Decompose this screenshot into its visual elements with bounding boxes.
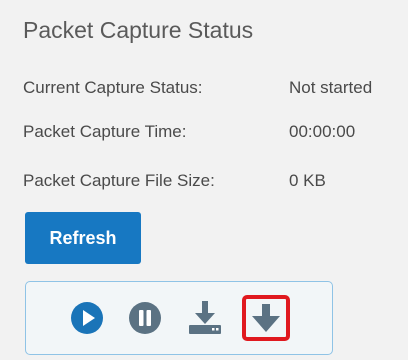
packet-capture-file-size-label: Packet Capture File Size: — [23, 171, 215, 190]
current-capture-status-value: Not started — [289, 78, 373, 97]
packet-capture-time-label: Packet Capture Time: — [23, 122, 187, 141]
packet-capture-time-value: 00:00:00 — [289, 122, 356, 141]
download-tray-icon — [189, 301, 221, 334]
save-capture-button[interactable] — [186, 299, 224, 337]
current-capture-status-label: Current Capture Status: — [23, 78, 203, 97]
download-capture-button[interactable] — [242, 295, 290, 341]
refresh-button[interactable]: Refresh — [25, 212, 141, 264]
pause-circle-icon — [129, 302, 161, 334]
panel-title: Packet Capture Status — [23, 17, 254, 43]
play-circle-icon — [71, 302, 103, 334]
packet-capture-status-panel: Packet Capture Status Current Capture St… — [0, 0, 408, 360]
pause-capture-button[interactable] — [126, 299, 164, 337]
capture-toolbar — [25, 281, 333, 355]
download-arrow-icon — [252, 304, 280, 332]
start-capture-button[interactable] — [68, 299, 106, 337]
packet-capture-file-size-value: 0 KB — [289, 171, 326, 190]
